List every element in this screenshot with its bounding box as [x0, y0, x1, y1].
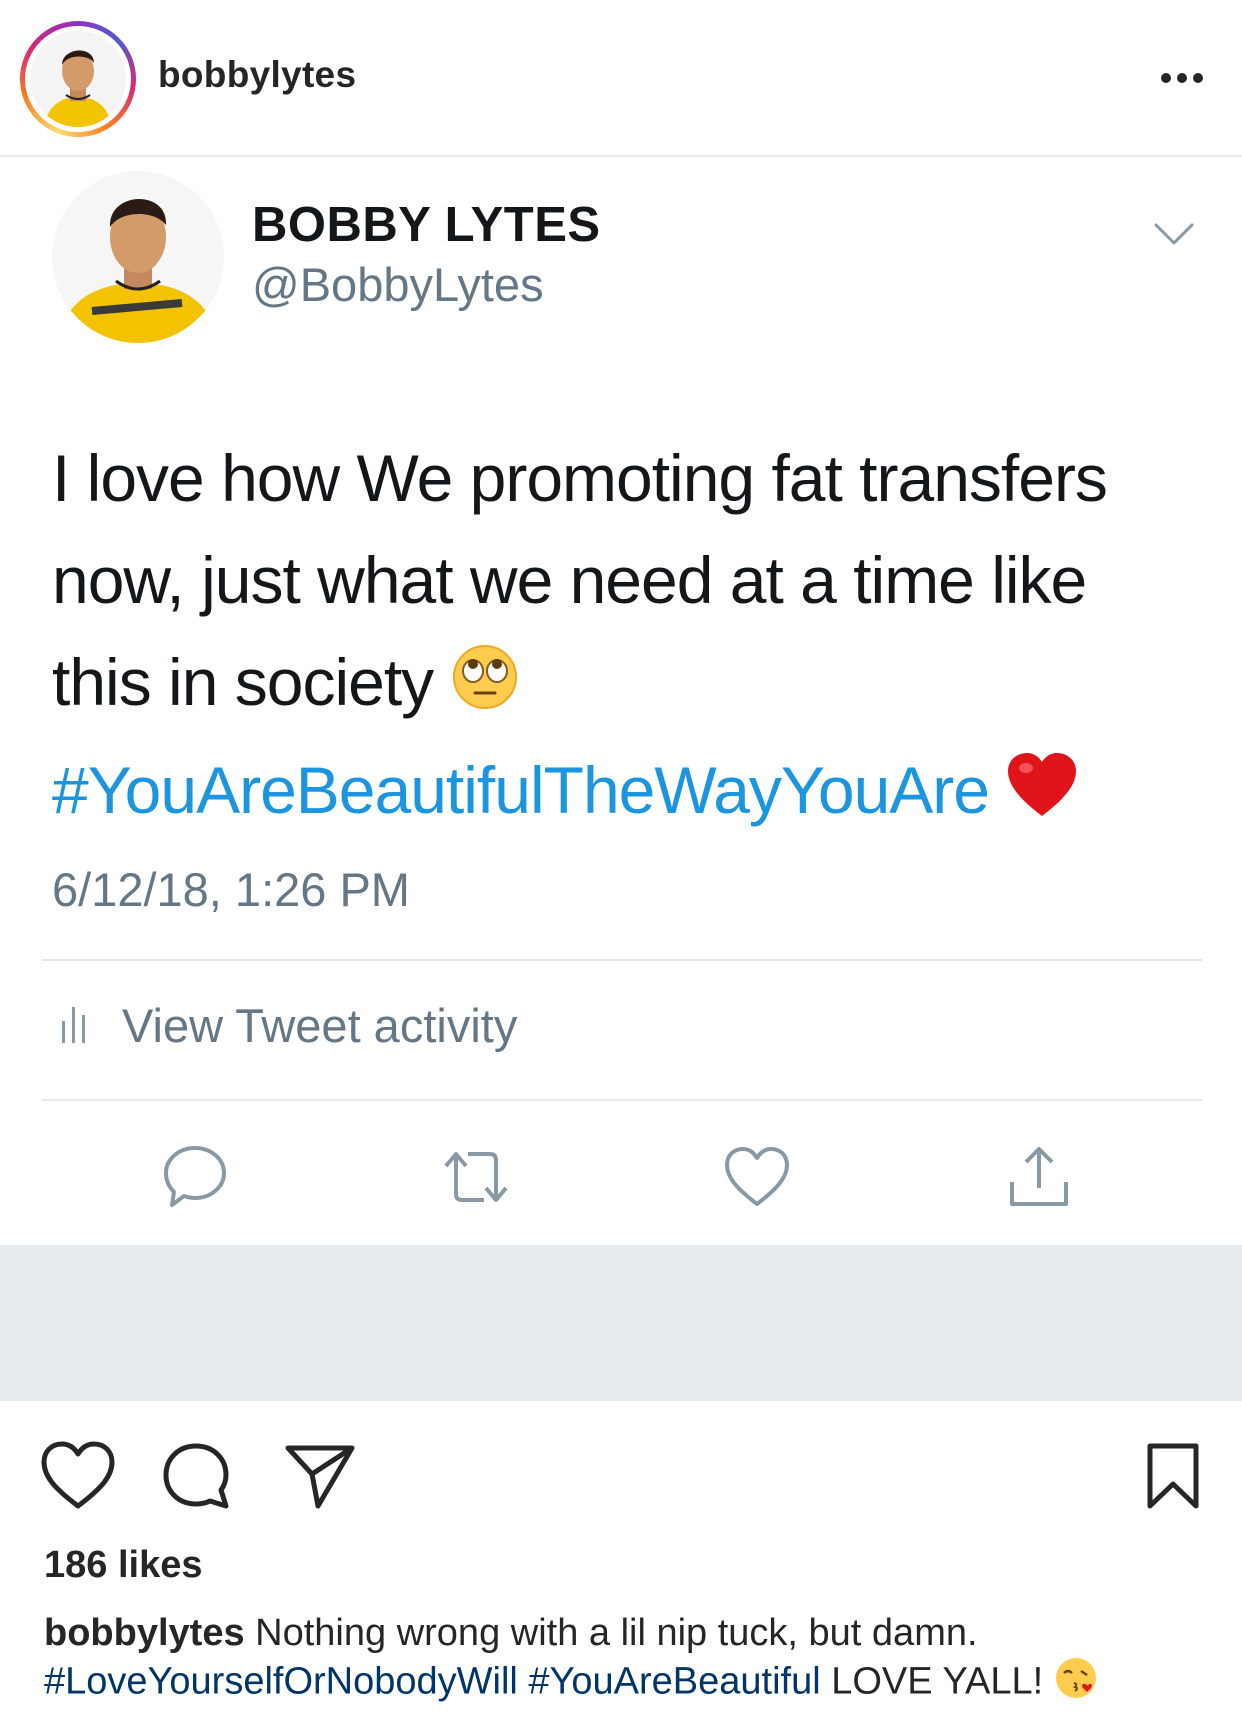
bar-chart-icon [60, 1001, 92, 1050]
red-heart-emoji-icon [1006, 744, 1078, 846]
tweet-card: BOBBY LYTES @BobbyLytes I love how We pr… [0, 157, 1242, 1247]
caption-tail: LOVE YALL! [820, 1660, 1054, 1703]
tweet-timestamp[interactable]: 6/12/18, 1:26 PM [52, 862, 410, 917]
avatar-border [25, 26, 131, 132]
tweet-text: I love how We promoting fat transfers no… [52, 427, 1182, 846]
caption-text: Nothing wrong with a lil nip tuck, but d… [244, 1612, 978, 1654]
more-icon[interactable] [1152, 58, 1212, 98]
divider [42, 1099, 1202, 1101]
tweet-avatar[interactable] [52, 171, 224, 343]
caption-username[interactable]: bobbylytes [44, 1612, 245, 1654]
tweet-text-line: this in society [52, 645, 451, 719]
view-tweet-activity-label: View Tweet activity [122, 998, 518, 1052]
like-icon[interactable] [722, 1142, 792, 1212]
image-bottom-padding [0, 1245, 1242, 1401]
tweet-text-line: I love how We promoting fat transfers [52, 441, 1108, 515]
story-ring[interactable] [20, 21, 136, 137]
post-caption: bobbylytes Nothing wrong with a lil nip … [44, 1610, 1214, 1711]
caption-hashtag[interactable]: #LoveYourselfOrNobodyWill [44, 1661, 518, 1703]
post-header: bobbylytes [0, 0, 1242, 157]
tweet-handle[interactable]: @BobbyLytes [252, 257, 544, 312]
share-icon[interactable] [282, 1440, 358, 1512]
chevron-down-icon[interactable] [1152, 219, 1196, 249]
heart-icon[interactable] [40, 1440, 116, 1512]
post-username[interactable]: bobbylytes [158, 54, 356, 96]
caption-hashtag[interactable]: #YouAreBeautiful [528, 1661, 820, 1703]
tweet-text-line: now, just what we need at a time like [52, 543, 1087, 617]
bookmark-icon[interactable] [1142, 1440, 1218, 1512]
reply-icon[interactable] [160, 1142, 230, 1212]
likes-count[interactable]: 186 likes [44, 1544, 202, 1587]
comment-icon[interactable] [160, 1440, 236, 1512]
kiss-emoji-icon [1054, 1656, 1098, 1711]
share-icon[interactable] [1004, 1142, 1074, 1212]
divider [42, 959, 1202, 961]
view-tweet-activity-button[interactable]: View Tweet activity [60, 995, 517, 1055]
retweet-icon[interactable] [438, 1142, 508, 1212]
tweet-display-name[interactable]: BOBBY LYTES [252, 197, 601, 253]
eye-roll-emoji-icon [451, 637, 519, 739]
tweet-hashtag[interactable]: #YouAreBeautifulTheWayYouAre [52, 753, 990, 827]
avatar[interactable] [30, 31, 126, 127]
